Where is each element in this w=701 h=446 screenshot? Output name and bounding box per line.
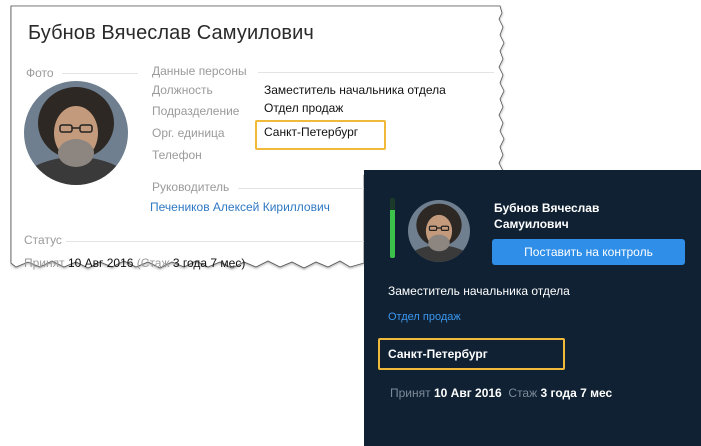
tenure-label: (Стаж (136, 256, 170, 270)
popup-avatar (408, 200, 470, 262)
field-label-org-unit: Орг. единица (152, 126, 225, 140)
popup-city: Санкт-Петербург (388, 347, 488, 361)
avatar (24, 81, 128, 185)
popup-department-link[interactable]: Отдел продаж (388, 311, 461, 323)
photo-label: Фото (26, 66, 54, 80)
set-control-button[interactable]: Поставить на контроль (492, 239, 685, 265)
divider (238, 188, 364, 189)
activity-indicator (390, 198, 395, 258)
popup-hired-info: Принят 10 Авг 2016 Стаж 3 года 7 мес (390, 386, 612, 400)
manager-link[interactable]: Печеников Алексей Кириллович (150, 200, 330, 214)
employee-popup: Бубнов Вячеслав Самуилович Поставить на … (364, 170, 701, 446)
divider (258, 72, 494, 73)
popup-tenure-label: Стаж (508, 386, 538, 400)
status-label: Статус (24, 233, 62, 247)
divider (66, 241, 364, 242)
popup-position: Заместитель начальника отдела (388, 284, 570, 298)
field-value-position: Заместитель начальника отдела (264, 83, 446, 97)
person-data-label: Данные персоны (152, 64, 247, 78)
hired-date: 10 Авг 2016 (67, 256, 134, 270)
highlight-box (255, 120, 386, 150)
field-value-department: Отдел продаж (264, 101, 344, 115)
hired-info: Принят 10 Авг 2016 (Стаж 3 года 7 мес) (24, 256, 245, 270)
manager-label: Руководитель (152, 180, 230, 194)
activity-indicator-fill (390, 210, 395, 258)
popup-hired-date: 10 Авг 2016 (433, 386, 502, 400)
hired-label: Принят (24, 256, 65, 270)
popup-employee-name: Бубнов Вячеслав Самуилович (494, 201, 600, 231)
field-label-department: Подразделение (152, 104, 240, 118)
field-label-position: Должность (152, 83, 213, 97)
popup-hired-label: Принят (390, 386, 431, 400)
field-label-phone: Телефон (152, 148, 202, 162)
divider (62, 73, 138, 74)
tenure-value: 3 года 7 мес) (172, 256, 246, 270)
popup-tenure-value: 3 года 7 мес (540, 386, 613, 400)
page-title: Бубнов Вячеслав Самуилович (28, 22, 314, 44)
